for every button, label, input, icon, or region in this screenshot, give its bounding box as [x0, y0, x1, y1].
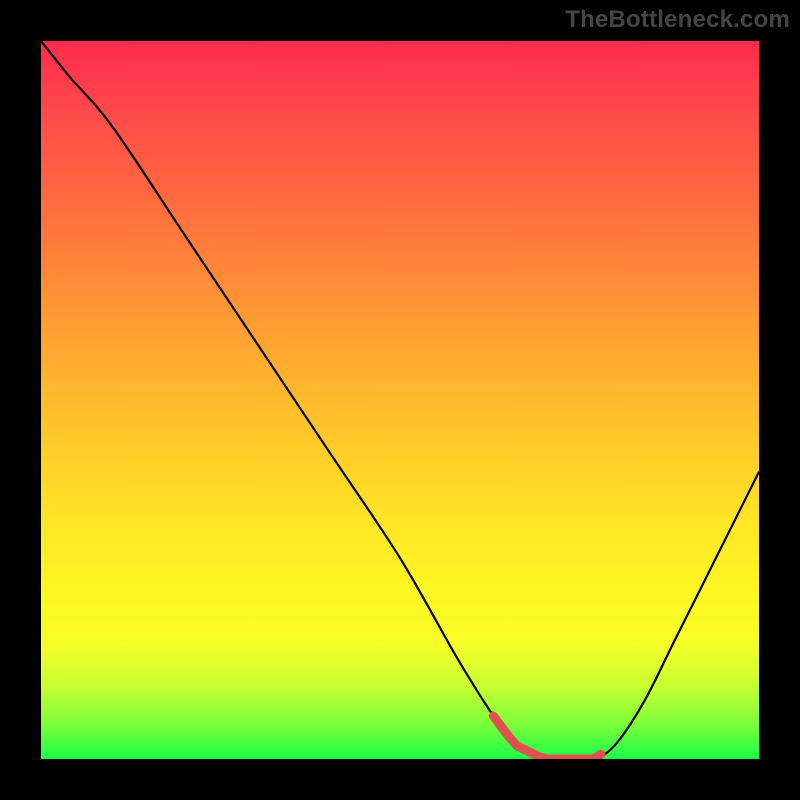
bottleneck-curve	[41, 41, 759, 759]
plot-area	[41, 41, 759, 759]
chart-frame: TheBottleneck.com	[0, 0, 800, 800]
curve-highlight	[493, 716, 601, 759]
curve-line	[41, 41, 759, 759]
watermark-text: TheBottleneck.com	[565, 6, 790, 34]
